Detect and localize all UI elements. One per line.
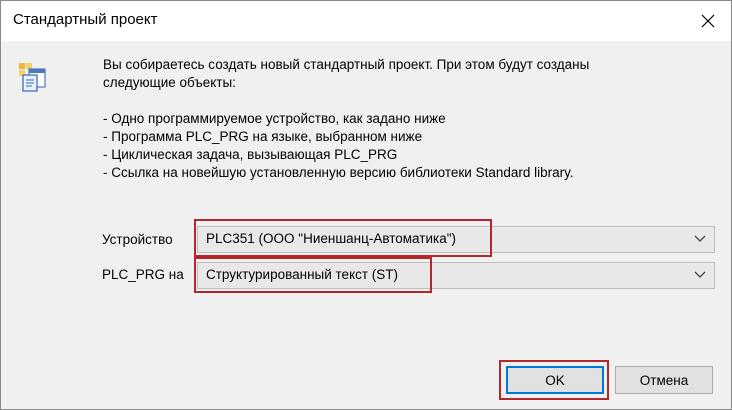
language-label: PLC_PRG на: [102, 267, 184, 282]
device-label: Устройство: [102, 232, 173, 247]
chevron-down-icon: [694, 271, 706, 278]
project-icon: [19, 63, 46, 92]
ok-button[interactable]: OK: [506, 366, 604, 394]
description-text: Вы собираетесь создать новый стандартный…: [103, 56, 703, 182]
cancel-button[interactable]: Отмена: [615, 366, 713, 394]
description-intro-line-1: Вы собираетесь создать новый стандартный…: [103, 57, 590, 72]
description-item: - Ссылка на новейшую установленную верси…: [103, 165, 574, 180]
chevron-down-icon: [694, 235, 706, 242]
description-intro-line-2: следующие объекты:: [103, 75, 236, 90]
description-item: - Одно программируемое устройство, как з…: [103, 111, 446, 126]
close-button[interactable]: [685, 1, 731, 41]
title-bar: Стандартный проект: [1, 1, 731, 41]
dialog-body: Вы собираетесь создать новый стандартный…: [1, 41, 731, 409]
language-select-value: Структурированный текст (ST): [206, 267, 399, 282]
description-item: - Циклическая задача, вызывающая PLC_PRG: [103, 147, 398, 162]
close-icon: [701, 14, 715, 28]
window-title: Стандартный проект: [13, 11, 158, 28]
dialog-window: Стандартный проект Вы собираетесь создат…: [0, 0, 732, 410]
device-select[interactable]: PLC351 (ООО "Ниеншанц-Автоматика"): [197, 226, 715, 253]
device-select-value: PLC351 (ООО "Ниеншанц-Автоматика"): [206, 231, 456, 246]
language-select[interactable]: Структурированный текст (ST): [197, 262, 715, 289]
description-item: - Программа PLC_PRG на языке, выбранном …: [103, 129, 423, 144]
